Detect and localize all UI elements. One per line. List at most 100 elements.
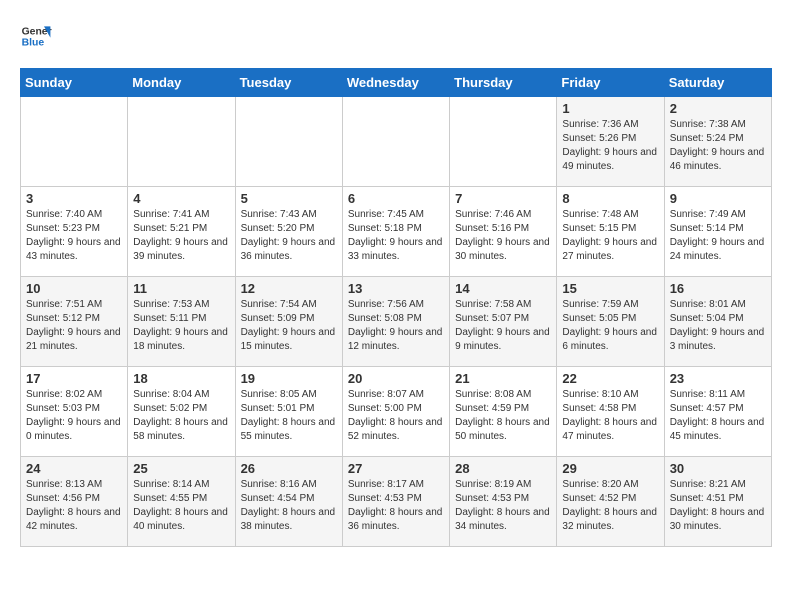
calendar-cell: 19 Sunrise: 8:05 AM Sunset: 5:01 PM Dayli…	[235, 367, 342, 457]
page-header: General Blue	[20, 20, 772, 52]
day-info: Sunrise: 7:45 AM Sunset: 5:18 PM Dayligh…	[348, 208, 444, 264]
day-info: Sunrise: 7:38 AM Sunset: 5:24 PM Dayligh…	[670, 118, 766, 174]
day-number: 4	[133, 191, 229, 206]
calendar-cell: 11 Sunrise: 7:53 AM Sunset: 5:11 PM Dayli…	[128, 277, 235, 367]
calendar-cell: 9 Sunrise: 7:49 AM Sunset: 5:14 PM Daylig…	[664, 187, 771, 277]
day-number: 12	[241, 281, 337, 296]
calendar-cell: 20 Sunrise: 8:07 AM Sunset: 5:00 PM Dayli…	[342, 367, 449, 457]
day-number: 15	[562, 281, 658, 296]
day-info: Sunrise: 8:14 AM Sunset: 4:55 PM Dayligh…	[133, 478, 229, 534]
day-info: Sunrise: 7:53 AM Sunset: 5:11 PM Dayligh…	[133, 298, 229, 354]
day-number: 9	[670, 191, 766, 206]
day-number: 13	[348, 281, 444, 296]
day-info: Sunrise: 8:01 AM Sunset: 5:04 PM Dayligh…	[670, 298, 766, 354]
weekday-header: Wednesday	[342, 69, 449, 97]
calendar-cell	[21, 97, 128, 187]
day-info: Sunrise: 7:43 AM Sunset: 5:20 PM Dayligh…	[241, 208, 337, 264]
calendar-cell	[235, 97, 342, 187]
day-number: 16	[670, 281, 766, 296]
weekday-header: Saturday	[664, 69, 771, 97]
calendar-cell: 23 Sunrise: 8:11 AM Sunset: 4:57 PM Dayli…	[664, 367, 771, 457]
calendar-cell: 14 Sunrise: 7:58 AM Sunset: 5:07 PM Dayli…	[450, 277, 557, 367]
day-number: 19	[241, 371, 337, 386]
calendar-cell: 8 Sunrise: 7:48 AM Sunset: 5:15 PM Daylig…	[557, 187, 664, 277]
day-info: Sunrise: 8:21 AM Sunset: 4:51 PM Dayligh…	[670, 478, 766, 534]
day-info: Sunrise: 7:58 AM Sunset: 5:07 PM Dayligh…	[455, 298, 551, 354]
day-info: Sunrise: 8:17 AM Sunset: 4:53 PM Dayligh…	[348, 478, 444, 534]
calendar-cell: 29 Sunrise: 8:20 AM Sunset: 4:52 PM Dayli…	[557, 457, 664, 547]
day-number: 23	[670, 371, 766, 386]
day-info: Sunrise: 8:19 AM Sunset: 4:53 PM Dayligh…	[455, 478, 551, 534]
day-info: Sunrise: 7:36 AM Sunset: 5:26 PM Dayligh…	[562, 118, 658, 174]
day-number: 24	[26, 461, 122, 476]
day-info: Sunrise: 7:49 AM Sunset: 5:14 PM Dayligh…	[670, 208, 766, 264]
weekday-header: Friday	[557, 69, 664, 97]
day-number: 29	[562, 461, 658, 476]
day-info: Sunrise: 8:05 AM Sunset: 5:01 PM Dayligh…	[241, 388, 337, 444]
calendar-cell: 6Sunrise: 7:45 AM Sunset: 5:18 PM Daylig…	[342, 187, 449, 277]
weekday-header: Monday	[128, 69, 235, 97]
calendar-cell: 16 Sunrise: 8:01 AM Sunset: 5:04 PM Dayli…	[664, 277, 771, 367]
calendar-cell: 3 Sunrise: 7:40 AM Sunset: 5:23 PM Daylig…	[21, 187, 128, 277]
calendar-cell	[342, 97, 449, 187]
day-info: Sunrise: 8:10 AM Sunset: 4:58 PM Dayligh…	[562, 388, 658, 444]
day-info: Sunrise: 8:07 AM Sunset: 5:00 PM Dayligh…	[348, 388, 444, 444]
day-number: 1	[562, 101, 658, 116]
day-number: 28	[455, 461, 551, 476]
weekday-header: Sunday	[21, 69, 128, 97]
day-info: Sunrise: 8:16 AM Sunset: 4:54 PM Dayligh…	[241, 478, 337, 534]
logo: General Blue	[20, 20, 52, 52]
calendar-cell: 2 Sunrise: 7:38 AM Sunset: 5:24 PM Daylig…	[664, 97, 771, 187]
day-info: Sunrise: 7:54 AM Sunset: 5:09 PM Dayligh…	[241, 298, 337, 354]
day-number: 5	[241, 191, 337, 206]
calendar-cell: 26 Sunrise: 8:16 AM Sunset: 4:54 PM Dayli…	[235, 457, 342, 547]
calendar-table: SundayMondayTuesdayWednesdayThursdayFrid…	[20, 68, 772, 547]
day-number: 7	[455, 191, 551, 206]
calendar-cell: 12 Sunrise: 7:54 AM Sunset: 5:09 PM Dayli…	[235, 277, 342, 367]
day-info: Sunrise: 7:51 AM Sunset: 5:12 PM Dayligh…	[26, 298, 122, 354]
day-number: 21	[455, 371, 551, 386]
calendar-cell: 4 Sunrise: 7:41 AM Sunset: 5:21 PM Daylig…	[128, 187, 235, 277]
logo-icon: General Blue	[20, 20, 52, 52]
day-info: Sunrise: 8:20 AM Sunset: 4:52 PM Dayligh…	[562, 478, 658, 534]
calendar-cell: 25 Sunrise: 8:14 AM Sunset: 4:55 PM Dayli…	[128, 457, 235, 547]
day-info: Sunrise: 8:04 AM Sunset: 5:02 PM Dayligh…	[133, 388, 229, 444]
day-number: 2	[670, 101, 766, 116]
day-info: Sunrise: 8:11 AM Sunset: 4:57 PM Dayligh…	[670, 388, 766, 444]
calendar-cell: 5 Sunrise: 7:43 AM Sunset: 5:20 PM Daylig…	[235, 187, 342, 277]
day-number: 3	[26, 191, 122, 206]
day-number: 22	[562, 371, 658, 386]
day-info: Sunrise: 7:46 AM Sunset: 5:16 PM Dayligh…	[455, 208, 551, 264]
day-number: 25	[133, 461, 229, 476]
day-info: Sunrise: 7:59 AM Sunset: 5:05 PM Dayligh…	[562, 298, 658, 354]
day-number: 8	[562, 191, 658, 206]
day-number: 17	[26, 371, 122, 386]
day-info: Sunrise: 7:41 AM Sunset: 5:21 PM Dayligh…	[133, 208, 229, 264]
calendar-cell	[450, 97, 557, 187]
day-number: 10	[26, 281, 122, 296]
day-number: 26	[241, 461, 337, 476]
weekday-header: Tuesday	[235, 69, 342, 97]
day-number: 14	[455, 281, 551, 296]
day-info: Sunrise: 8:08 AM Sunset: 4:59 PM Dayligh…	[455, 388, 551, 444]
day-info: Sunrise: 7:48 AM Sunset: 5:15 PM Dayligh…	[562, 208, 658, 264]
day-info: Sunrise: 7:56 AM Sunset: 5:08 PM Dayligh…	[348, 298, 444, 354]
calendar-cell: 1 Sunrise: 7:36 AM Sunset: 5:26 PM Daylig…	[557, 97, 664, 187]
calendar-cell: 7 Sunrise: 7:46 AM Sunset: 5:16 PM Daylig…	[450, 187, 557, 277]
day-number: 18	[133, 371, 229, 386]
day-number: 20	[348, 371, 444, 386]
calendar-cell: 28 Sunrise: 8:19 AM Sunset: 4:53 PM Dayli…	[450, 457, 557, 547]
calendar-cell: 13 Sunrise: 7:56 AM Sunset: 5:08 PM Dayli…	[342, 277, 449, 367]
weekday-header: Thursday	[450, 69, 557, 97]
calendar-cell: 27 Sunrise: 8:17 AM Sunset: 4:53 PM Dayli…	[342, 457, 449, 547]
calendar-cell: 21 Sunrise: 8:08 AM Sunset: 4:59 PM Dayli…	[450, 367, 557, 457]
calendar-cell: 24 Sunrise: 8:13 AM Sunset: 4:56 PM Dayli…	[21, 457, 128, 547]
calendar-cell: 10 Sunrise: 7:51 AM Sunset: 5:12 PM Dayli…	[21, 277, 128, 367]
day-number: 11	[133, 281, 229, 296]
calendar-cell: 15 Sunrise: 7:59 AM Sunset: 5:05 PM Dayli…	[557, 277, 664, 367]
day-info: Sunrise: 7:40 AM Sunset: 5:23 PM Dayligh…	[26, 208, 122, 264]
calendar-cell	[128, 97, 235, 187]
day-info: Sunrise: 8:13 AM Sunset: 4:56 PM Dayligh…	[26, 478, 122, 534]
day-number: 27	[348, 461, 444, 476]
calendar-cell: 18 Sunrise: 8:04 AM Sunset: 5:02 PM Dayli…	[128, 367, 235, 457]
